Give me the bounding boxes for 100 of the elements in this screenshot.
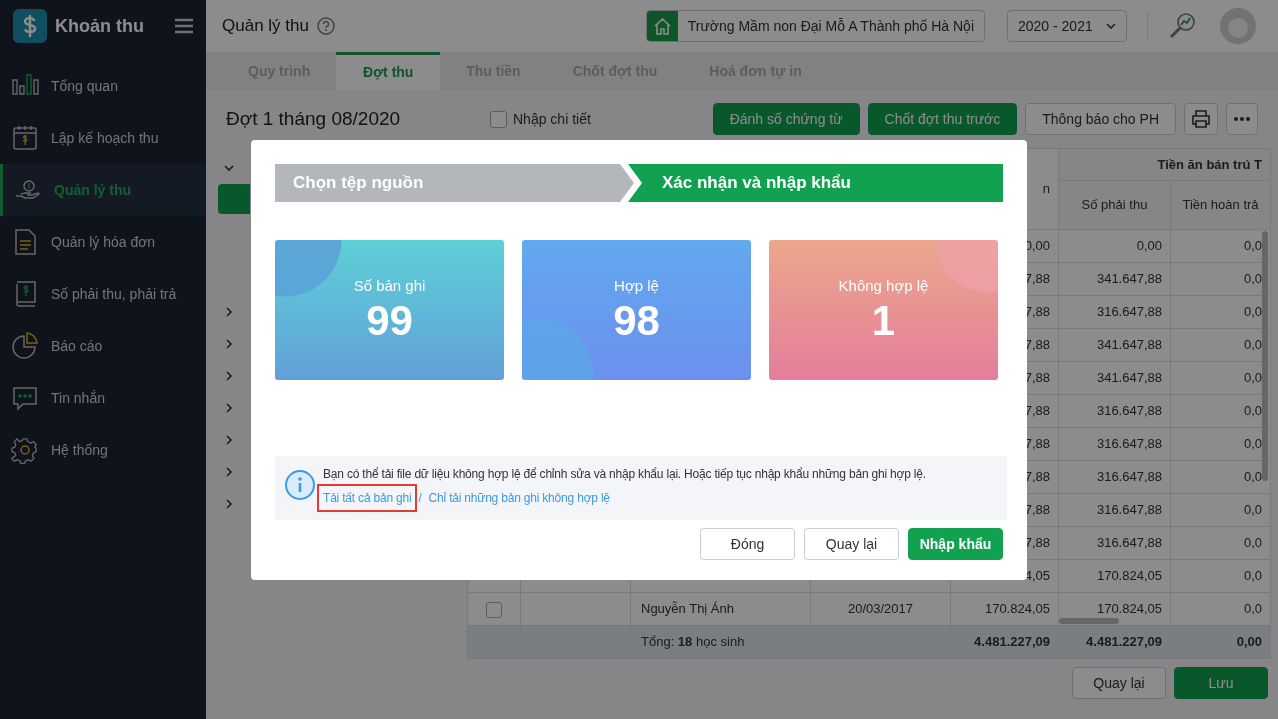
toolbar-button[interactable]: Đánh số chứng từ [712, 103, 860, 135]
menu-icon[interactable] [175, 18, 193, 34]
amount-cell: 341.647,88 [1096, 337, 1162, 353]
amount-cell: 170.824,05 [984, 601, 1050, 617]
amount-cell: 7,88 [1024, 403, 1050, 419]
checkbox[interactable] [490, 110, 507, 128]
date-cell: 20/03/2017 [847, 601, 914, 617]
chevron-right-icon[interactable] [224, 499, 234, 509]
download-link[interactable]: Chỉ tải những bản ghi không hợp lệ [422, 484, 616, 512]
sidebar-item[interactable]: Quản lý hóa đơn [0, 216, 206, 268]
toolbar-button[interactable]: Thông báo cho PH [1025, 103, 1176, 135]
total-amount: 0,00 [1236, 634, 1262, 650]
dialog-button[interactable]: Quay lại [804, 528, 899, 560]
amount-cell: 0,0 [1243, 271, 1262, 287]
amount-cell: 0,0 [1243, 436, 1262, 452]
sidebar-item[interactable]: Tin nhắn [0, 372, 206, 424]
chevron-right-icon[interactable] [224, 307, 234, 317]
amount-cell: 0,0 [1243, 568, 1262, 584]
period-title: Đợt 1 tháng 08/2020 [226, 106, 402, 131]
chevron-right-icon[interactable] [224, 371, 234, 381]
amount-cell: 7,88 [1024, 469, 1050, 485]
chevron-down-icon [1106, 23, 1116, 29]
amount-cell: 0,0 [1243, 337, 1262, 353]
school-selector[interactable]: Trường Mầm non Đại Mỗ A Thành phố Hà Nội [645, 10, 985, 42]
printer-icon [1191, 110, 1211, 128]
amount-cell: 7,88 [1024, 502, 1050, 518]
chevron-right-icon[interactable] [224, 467, 234, 477]
amount-cell: 0,00 [1136, 238, 1162, 254]
stat-label: Hợp lệ [614, 275, 659, 296]
settings-icon [11, 436, 39, 464]
column-header: n [1042, 181, 1050, 197]
wizard-step: Xác nhận và nhập khẩu [628, 164, 1003, 202]
footer-button[interactable]: Quay lại [1072, 667, 1166, 699]
amount-cell: 0,0 [1243, 469, 1262, 485]
download-link[interactable]: Tải tất cả bản ghi [317, 484, 418, 512]
chevron-down-icon[interactable] [224, 163, 234, 173]
magnifier-chart-icon[interactable] [1168, 12, 1196, 40]
total-amount: 4.481.227,09 [974, 634, 1050, 650]
amount-cell: 170.824,05 [1096, 568, 1162, 584]
year-select[interactable]: 2020 - 2021 [1007, 10, 1127, 42]
footer-button[interactable]: Lưu [1174, 667, 1268, 699]
amount-cell: 0,0 [1243, 304, 1262, 320]
print-button[interactable] [1184, 103, 1218, 135]
page-title: Quản lý thu [222, 15, 309, 38]
chat-icon [11, 384, 39, 412]
amount-cell: 7,88 [1024, 535, 1050, 551]
total-amount: 4.481.227,09 [1086, 634, 1162, 650]
amount-cell: 7,88 [1024, 271, 1050, 287]
amount-cell: 7,88 [1024, 370, 1050, 386]
column-header: Số phải thu [1081, 197, 1148, 213]
dialog-button[interactable]: Nhập khẩu [908, 528, 1003, 560]
sidebar-item[interactable]: Lập kế hoạch thu [0, 112, 206, 164]
app-title: Khoản thu [55, 14, 144, 38]
amount-cell: 316.647,88 [1096, 304, 1162, 320]
sidebar-item[interactable]: Tổng quan [0, 60, 206, 112]
amount-cell: 316.647,88 [1096, 502, 1162, 518]
stat-value: 99 [366, 297, 413, 346]
chevron-right-icon[interactable] [224, 339, 234, 349]
toolbar-button[interactable]: Chốt đợt thu trước [867, 103, 1018, 135]
school-name: Trường Mầm non Đại Mỗ A Thành phố Hà Nội [686, 16, 975, 36]
calendar-icon [11, 124, 39, 152]
amount-cell: 316.647,88 [1096, 436, 1162, 452]
chevron-right-icon[interactable] [224, 403, 234, 413]
sidebar-item[interactable]: Báo cáo [0, 320, 206, 372]
amount-cell: 316.647,88 [1096, 469, 1162, 485]
column-header: Tiền hoàn trả [1182, 197, 1259, 213]
tab[interactable]: Đợt thu [336, 52, 441, 90]
scrollbar[interactable] [1059, 618, 1119, 624]
amount-cell: 341.647,88 [1096, 370, 1162, 386]
amount-cell: 0,0 [1243, 601, 1262, 617]
chevron-right-icon[interactable] [224, 435, 234, 445]
dollar-logo-icon [13, 9, 47, 43]
sidebar-item[interactable]: Hệ thống [0, 424, 206, 476]
amount-cell: 7,88 [1024, 337, 1050, 353]
separator: / [418, 490, 422, 507]
column-group-header: Tiền ăn bán trú T [1157, 156, 1262, 172]
info-message: Bạn có thể tải file dữ liệu không hợp lệ để chỉnh sửa và nhập khẩu lại. Hoặc tiếp tục nhập khẩu những bản ghi hợp lệ. [323, 466, 926, 483]
more-icon [1234, 117, 1250, 121]
checkbox-label: Nhập chi tiết [513, 109, 591, 129]
total-label: Tổng: 18 học sinh [641, 634, 745, 650]
amount-cell: 316.647,88 [1096, 403, 1162, 419]
stat-value: 98 [613, 297, 660, 346]
pie-chart-icon [11, 332, 39, 360]
stat-value: 1 [871, 297, 896, 346]
dialog-button[interactable]: Đóng [700, 528, 795, 560]
sidebar-item[interactable]: Số phải thu, phải trả [0, 268, 206, 320]
sidebar-item[interactable]: Quản lý thu [0, 164, 206, 216]
amount-cell: 7,88 [1024, 436, 1050, 452]
help-icon[interactable] [316, 17, 335, 35]
amount-cell: 341.647,88 [1096, 271, 1162, 287]
amount-cell: 7,88 [1024, 304, 1050, 320]
student-name: Nguyễn Thị Ánh [641, 601, 734, 617]
amount-cell: 0,0 [1243, 535, 1262, 551]
amount-cell: 4,05 [1024, 568, 1050, 584]
info-icon [285, 470, 315, 500]
more-button[interactable] [1226, 103, 1258, 135]
row-checkbox[interactable] [486, 601, 502, 618]
scrollbar[interactable] [1262, 231, 1268, 481]
amount-cell: 0,0 [1243, 502, 1262, 518]
home-icon [646, 11, 678, 41]
